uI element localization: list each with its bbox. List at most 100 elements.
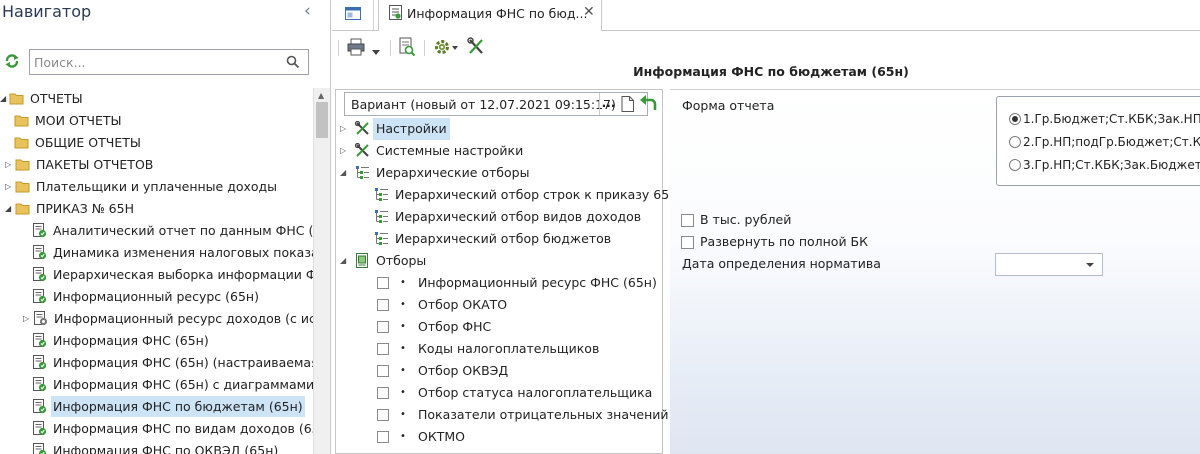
bullet-icon: • bbox=[400, 343, 406, 354]
collapse-arrow-icon[interactable]: ▷ bbox=[5, 176, 15, 197]
parameter-tree-label: Иерархические отборы bbox=[376, 165, 530, 180]
navigator-panel: Навигатор ‹ ◢ ОТЧЕТЫ МОИ ОТЧЕТЫ ОБЩИЕ ОТЧЕТ… bbox=[0, 0, 331, 454]
radio-button[interactable] bbox=[1009, 113, 1021, 125]
variant-selector[interactable]: Вариант (новый от 12.07.2021 09:15:17) .… bbox=[344, 92, 657, 116]
date-norm-combobox[interactable] bbox=[995, 253, 1103, 276]
back-arrow-icon[interactable] bbox=[639, 93, 659, 115]
tools-icon[interactable] bbox=[467, 37, 485, 57]
search-field[interactable] bbox=[29, 49, 309, 75]
collapse-arrow-icon[interactable]: ▷ bbox=[23, 308, 33, 329]
report-icon bbox=[389, 5, 402, 20]
checkbox-box[interactable] bbox=[681, 236, 694, 249]
navigator-title: Навигатор bbox=[2, 2, 92, 21]
navigator-tree-label: ПРИКАЗ № 65Н bbox=[36, 201, 134, 216]
parameter-tree-label: Иерархический отбор бюджетов bbox=[395, 231, 612, 246]
print-icon[interactable] bbox=[346, 37, 366, 57]
parameter-tree-label: Иерархический отбор видов доходов bbox=[395, 209, 642, 224]
report-form-label: Форма отчета bbox=[682, 98, 775, 113]
navigator-tree-label: Информация ФНС (65н) (настраиваемая ф bbox=[53, 355, 313, 370]
bullet-icon: • bbox=[400, 277, 406, 288]
gear-icon[interactable] bbox=[433, 37, 459, 57]
filter-label: Отбор статуса налогоплательщика bbox=[418, 385, 653, 400]
toolbar bbox=[332, 32, 1200, 62]
document-icon[interactable] bbox=[621, 96, 634, 112]
parameters-panel: Вариант (новый от 12.07.2021 09:15:17) .… bbox=[335, 89, 669, 454]
expand-arrow-icon[interactable]: ◢ bbox=[340, 162, 346, 184]
navigator-tree-label: Информация ФНС по ОКВЭД (65н) bbox=[53, 443, 279, 454]
radio-label: 1.Гр.Бюджет;Ст.КБК;Зак.НП bbox=[1023, 112, 1200, 126]
radio-button[interactable] bbox=[1009, 159, 1021, 171]
radio-label: 3.Гр.НП;Ст.КБК;Зак.Бюджет bbox=[1023, 158, 1200, 172]
scrollbar-thumb[interactable] bbox=[316, 102, 328, 138]
tab-fns-budgets[interactable]: Информация ФНС по бюд... ✕ bbox=[378, 0, 602, 31]
navigator-tree: ◢ ОТЧЕТЫ МОИ ОТЧЕТЫ ОБЩИЕ ОТЧЕТЫ ▷ ПАКЕТЫ ОТЧ… bbox=[0, 88, 313, 454]
expand-arrow-icon[interactable]: ◢ bbox=[5, 198, 15, 219]
filter-label: ОКТМО bbox=[418, 429, 465, 444]
navigator-tree-label: ПАКЕТЫ ОТЧЕТОВ bbox=[36, 157, 154, 172]
collapse-arrow-icon[interactable]: ▷ bbox=[5, 154, 15, 175]
collapse-arrow-icon[interactable]: ▷ bbox=[340, 140, 346, 162]
radio-label: 2.Гр.НП;подГр.Бюджет;Ст.КБК bbox=[1023, 135, 1200, 149]
collapse-arrow-icon[interactable]: ▷ bbox=[340, 118, 346, 140]
scroll-up-icon[interactable]: ▲ bbox=[318, 91, 324, 100]
close-tab-icon[interactable]: ✕ bbox=[583, 4, 595, 20]
filter-checkbox[interactable] bbox=[377, 277, 389, 289]
filter-label: Отбор ФНС bbox=[418, 319, 492, 334]
filter-checkbox[interactable] bbox=[377, 321, 389, 333]
bullet-icon: • bbox=[400, 387, 406, 398]
date-norm-label: Дата определения норматива bbox=[682, 256, 881, 271]
filter-label: Отбор ОКВЭД bbox=[418, 363, 509, 378]
tab-home[interactable] bbox=[332, 0, 374, 30]
chevron-down-icon[interactable] bbox=[1086, 263, 1094, 267]
search-icon[interactable] bbox=[286, 55, 300, 69]
report-form-panel: Форма отчета 1.Гр.Бюджет;Ст.КБК;Зак.НП 2.… bbox=[670, 89, 1200, 454]
report-title: Информация ФНС по бюджетам (65н) bbox=[633, 64, 909, 79]
bullet-icon: • bbox=[400, 299, 406, 310]
navigator-tree-label: Информационный ресурс (65н) bbox=[53, 289, 259, 304]
bullet-icon: • bbox=[400, 409, 406, 420]
filter-checkbox[interactable] bbox=[377, 387, 389, 399]
expand-full-bk-label: Развернуть по полной БК bbox=[700, 234, 868, 249]
parameter-tree-label: Иерархический отбор строк к приказу 65 bbox=[395, 187, 670, 202]
parameter-tree-label: Настройки bbox=[373, 118, 450, 140]
refresh-icon[interactable] bbox=[4, 53, 20, 69]
checkbox-box[interactable] bbox=[681, 214, 694, 227]
filter-label: Показатели отрицательных значений bbox=[418, 407, 669, 422]
navigator-tree-label: ОТЧЕТЫ bbox=[30, 91, 83, 106]
navigator-tree-label: Аналитический отчет по данным ФНС (65н) bbox=[53, 223, 313, 238]
expand-arrow-icon[interactable]: ◢ bbox=[340, 250, 346, 272]
collapse-navigator-button[interactable]: ‹ bbox=[304, 1, 311, 21]
navigator-tree-label: Информационный ресурс доходов (с испо bbox=[54, 311, 313, 326]
filter-checkbox[interactable] bbox=[377, 299, 389, 311]
radio-button[interactable] bbox=[1009, 136, 1021, 148]
filter-label: Информационный ресурс ФНС (65н) bbox=[418, 275, 657, 290]
filter-checkbox[interactable] bbox=[377, 365, 389, 377]
filter-label: Коды налогоплательщиков bbox=[418, 341, 600, 356]
dropdown-icon[interactable] bbox=[372, 43, 380, 63]
navigator-tree-label: Иерархическая выборка информации ФНС bbox=[53, 267, 313, 282]
toolbar-separator bbox=[424, 40, 425, 56]
navigator-tree-label: Информация ФНС (65н) bbox=[53, 333, 209, 348]
navigator-tree-label: Информация ФНС (65н) с диаграммами bbox=[53, 377, 313, 392]
navigator-tree-label: Информация ФНС по бюджетам (65н) bbox=[51, 396, 305, 417]
report-form-radio-group: 1.Гр.Бюджет;Ст.КБК;Зак.НП 2.Гр.НП;подГр.Б… bbox=[996, 96, 1200, 186]
bullet-icon: • bbox=[400, 431, 406, 442]
toolbar-separator bbox=[338, 40, 339, 56]
filter-label: Отбор ОКАТО bbox=[418, 297, 508, 312]
filter-checkbox[interactable] bbox=[377, 343, 389, 355]
variant-browse-button[interactable]: ... bbox=[599, 93, 617, 115]
navigator-tree-label: Плательщики и уплаченные доходы bbox=[36, 179, 278, 194]
navigator-tree-label: МОИ ОТЧЕТЫ bbox=[35, 113, 122, 128]
filter-checkbox[interactable] bbox=[377, 409, 389, 421]
tab-bar: Информация ФНС по бюд... ✕ bbox=[332, 0, 1200, 31]
tab-label: Информация ФНС по бюд... bbox=[407, 6, 588, 21]
search-input[interactable] bbox=[34, 53, 274, 71]
preview-icon[interactable] bbox=[398, 37, 416, 57]
parameter-tree-label: Системные настройки bbox=[376, 143, 524, 158]
filter-checkbox[interactable] bbox=[377, 431, 389, 443]
thousands-checkbox-label: В тыс. рублей bbox=[700, 212, 792, 227]
navigator-scrollbar[interactable]: ▲ bbox=[313, 88, 330, 454]
navigator-tree-label: Информация ФНС по видам доходов (65н) bbox=[53, 421, 313, 436]
navigator-tree-label: Динамика изменения налоговых показате bbox=[53, 245, 313, 260]
navigator-tree-label: ОБЩИЕ ОТЧЕТЫ bbox=[35, 135, 141, 150]
